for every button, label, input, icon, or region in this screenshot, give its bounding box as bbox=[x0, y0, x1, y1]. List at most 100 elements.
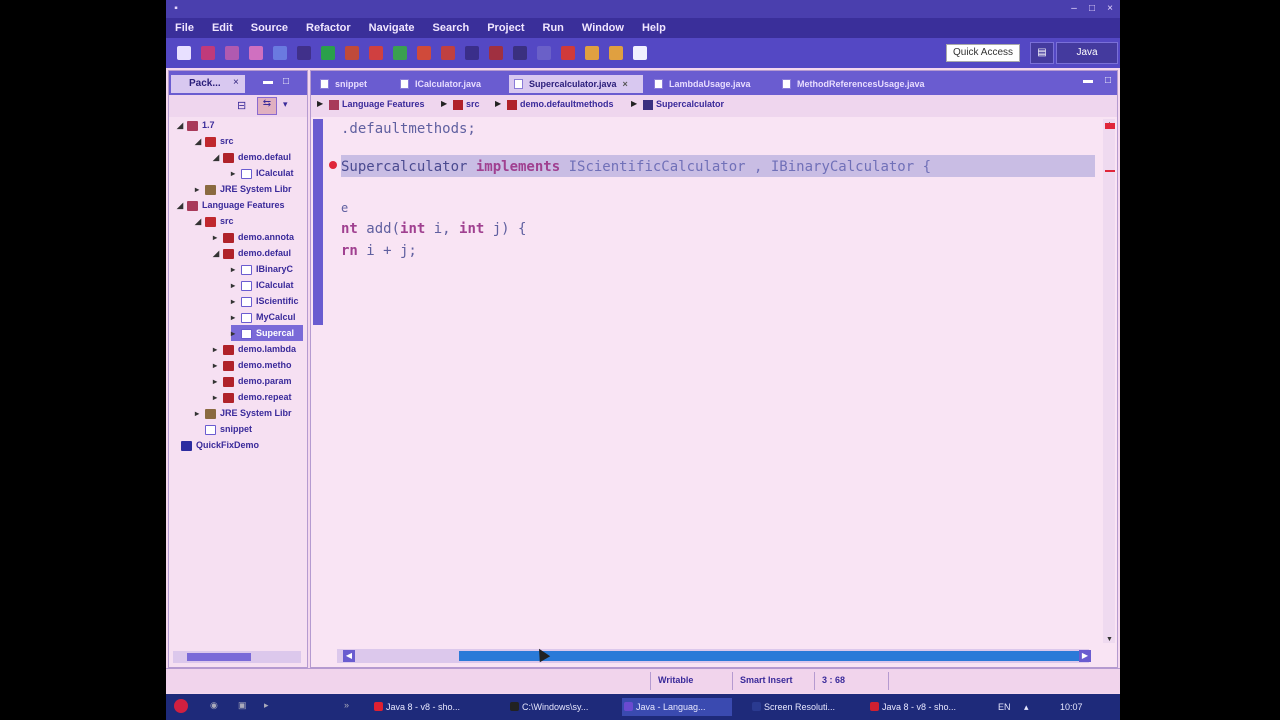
menu-window[interactable]: Window bbox=[573, 22, 633, 34]
explorer-horizontal-scrollbar[interactable] bbox=[173, 651, 301, 663]
minimize-icon[interactable]: – bbox=[1068, 3, 1080, 14]
refresh-icon[interactable] bbox=[273, 46, 287, 60]
forward-icon[interactable] bbox=[633, 46, 647, 60]
menu-project[interactable]: Project bbox=[478, 22, 533, 34]
breadcrumb-item[interactable]: src bbox=[453, 99, 480, 110]
maximize-icon[interactable]: □ bbox=[1086, 3, 1098, 14]
new-java-project-icon[interactable] bbox=[369, 46, 383, 60]
taskbar-item[interactable]: Java 8 - v8 - sho... bbox=[372, 698, 504, 716]
tray-notification-icon[interactable]: ▴ bbox=[1024, 702, 1029, 713]
menu-source[interactable]: Source bbox=[242, 22, 297, 34]
maximize-view-icon[interactable]: □ bbox=[1105, 75, 1111, 86]
scroll-down-icon[interactable]: ▼ bbox=[1106, 636, 1113, 643]
taskbar-item-active[interactable]: Java - Languag... bbox=[622, 698, 732, 716]
tree-item[interactable]: ▸ demo.metho bbox=[213, 357, 292, 373]
tree-item[interactable]: ▸ demo.annota bbox=[213, 229, 294, 245]
minimize-view-icon[interactable]: ▬ bbox=[1083, 75, 1093, 86]
toggle-mark-icon[interactable] bbox=[489, 46, 503, 60]
close-icon[interactable]: × bbox=[1104, 3, 1116, 14]
new-package-icon[interactable] bbox=[393, 46, 407, 60]
tree-item[interactable]: ▸ ICalculat bbox=[231, 165, 294, 181]
tree-item[interactable]: ▸ JRE System Libr bbox=[195, 181, 292, 197]
tree-item-selected[interactable]: ▸ Supercal bbox=[231, 325, 303, 341]
link-editor-icon[interactable]: ⇆ bbox=[257, 97, 277, 115]
tab-supercalculator[interactable]: Supercalculator.java × bbox=[509, 75, 643, 93]
tab-icalculator[interactable]: ICalculator.java bbox=[395, 75, 505, 93]
tree-item[interactable]: ◢ src bbox=[195, 133, 234, 149]
explorer-icon[interactable]: ▣ bbox=[238, 700, 247, 711]
close-icon[interactable]: × bbox=[233, 77, 239, 88]
editor-horizontal-scrollbar[interactable]: ◀ ▶ bbox=[337, 649, 1091, 663]
menu-help[interactable]: Help bbox=[633, 22, 675, 34]
new-icon[interactable] bbox=[177, 46, 191, 60]
tree-item[interactable]: ▸ demo.lambda bbox=[213, 341, 296, 357]
tree-item[interactable]: ◢ demo.defaul bbox=[213, 245, 291, 261]
tree-item[interactable]: ◢ src bbox=[195, 213, 234, 229]
menu-run[interactable]: Run bbox=[534, 22, 573, 34]
close-icon[interactable]: × bbox=[623, 79, 628, 89]
show-desktop-icon[interactable]: » bbox=[344, 700, 349, 710]
tab-lambdausage[interactable]: LambdaUsage.java bbox=[649, 75, 773, 93]
save-icon[interactable] bbox=[201, 46, 215, 60]
error-marker-icon[interactable] bbox=[329, 161, 337, 169]
tray-language[interactable]: EN bbox=[998, 702, 1011, 712]
perspective-java-button[interactable]: Java bbox=[1056, 42, 1118, 64]
breadcrumb-item[interactable]: Supercalculator bbox=[643, 99, 724, 110]
prev-annotation-icon[interactable] bbox=[585, 46, 599, 60]
scroll-left-icon[interactable]: ◀ bbox=[343, 650, 355, 662]
breadcrumb-item[interactable]: Language Features bbox=[329, 99, 425, 110]
code-editor[interactable]: .defaultmethods; Supercalculator impleme… bbox=[325, 117, 1095, 639]
breadcrumb-item[interactable]: demo.defaultmethods bbox=[507, 99, 614, 110]
tree-item[interactable]: snippet bbox=[195, 421, 252, 437]
media-icon[interactable]: ▸ bbox=[264, 700, 269, 711]
search-icon[interactable] bbox=[465, 46, 479, 60]
debug-icon[interactable] bbox=[297, 46, 311, 60]
tree-item[interactable]: ▸ MyCalcul bbox=[231, 309, 296, 325]
tree-item[interactable]: ▸ JRE System Libr bbox=[195, 405, 292, 421]
taskbar-item[interactable]: C:\Windows\sy... bbox=[508, 698, 618, 716]
tree-item[interactable]: ▸ demo.repeat bbox=[213, 389, 292, 405]
tree-item[interactable]: ▸ IBinaryC bbox=[231, 261, 293, 277]
tree-item[interactable]: ◢ demo.defaul bbox=[213, 149, 291, 165]
view-menu-icon[interactable]: ▾ bbox=[283, 99, 288, 110]
tree-item[interactable]: QuickFixDemo bbox=[181, 437, 259, 453]
start-icon[interactable] bbox=[174, 699, 188, 713]
menu-search[interactable]: Search bbox=[424, 22, 479, 34]
maximize-view-icon[interactable]: □ bbox=[283, 76, 289, 87]
tree-item[interactable]: ◢ Language Features bbox=[177, 197, 285, 213]
external-tools-icon[interactable] bbox=[345, 46, 359, 60]
pin-icon[interactable] bbox=[537, 46, 551, 60]
overview-ruler-error-marker[interactable] bbox=[1105, 123, 1115, 129]
tree-item[interactable]: ▸ demo.param bbox=[213, 373, 292, 389]
scrollbar-thumb[interactable] bbox=[459, 651, 1079, 661]
scroll-right-icon[interactable]: ▶ bbox=[1079, 650, 1091, 662]
overview-ruler-marker[interactable] bbox=[1105, 170, 1115, 172]
tree-item[interactable]: ◢ 1.7 bbox=[177, 117, 215, 133]
quick-access-input[interactable]: Quick Access bbox=[946, 44, 1020, 62]
tree-item[interactable]: ▸ ICalculat bbox=[231, 277, 294, 293]
tree-item[interactable]: ▸ IScientific bbox=[231, 293, 299, 309]
menu-edit[interactable]: Edit bbox=[203, 22, 242, 34]
minimize-view-icon[interactable]: ▬ bbox=[263, 76, 273, 87]
annotation-icon[interactable] bbox=[561, 46, 575, 60]
run-icon[interactable] bbox=[321, 46, 335, 60]
editor-vertical-scrollbar[interactable]: ▲ ▼ bbox=[1103, 119, 1115, 643]
tray-clock[interactable]: 10:07 bbox=[1060, 702, 1083, 712]
ie-icon[interactable]: ◉ bbox=[210, 700, 218, 711]
menu-refactor[interactable]: Refactor bbox=[297, 22, 360, 34]
next-annotation-icon[interactable] bbox=[609, 46, 623, 60]
menu-navigate[interactable]: Navigate bbox=[360, 22, 424, 34]
taskbar-item[interactable]: Screen Resoluti... bbox=[750, 698, 860, 716]
open-type-icon[interactable] bbox=[441, 46, 455, 60]
show-whitespace-icon[interactable] bbox=[513, 46, 527, 60]
taskbar-item[interactable]: Java 8 - v8 - sho... bbox=[868, 698, 990, 716]
collapse-all-icon[interactable]: ⊟ bbox=[237, 99, 246, 112]
tab-snippet[interactable]: snippet bbox=[315, 75, 393, 93]
save-all-icon[interactable] bbox=[225, 46, 239, 60]
menu-file[interactable]: File bbox=[166, 22, 203, 34]
scrollbar-thumb[interactable] bbox=[187, 653, 251, 661]
new-class-icon[interactable] bbox=[417, 46, 431, 60]
print-icon[interactable] bbox=[249, 46, 263, 60]
open-perspective-icon[interactable]: ▤ bbox=[1030, 42, 1054, 64]
tab-methodreferencesusage[interactable]: MethodReferencesUsage.java bbox=[777, 75, 957, 93]
